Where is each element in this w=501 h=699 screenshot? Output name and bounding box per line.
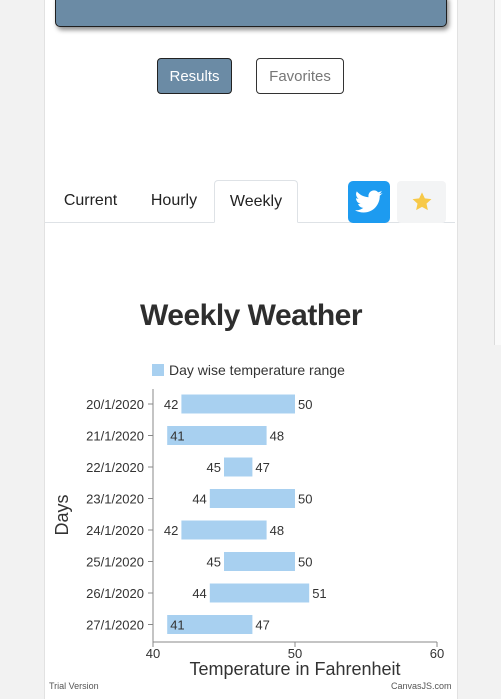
x-tick-label: 50 (288, 646, 302, 661)
weekly-weather-chart: Weekly Weather Day wise temperature rang… (52, 299, 444, 679)
trial-version-label: Trial Version (49, 681, 99, 691)
range-bar[interactable] (181, 520, 267, 540)
bar-high-label: 50 (298, 397, 312, 412)
bar-low-label: 45 (207, 555, 221, 570)
legend-swatch (152, 364, 164, 376)
bar-high-label: 47 (255, 460, 269, 475)
y-axis-title: Days (52, 494, 72, 535)
bar-high-label: 47 (255, 618, 269, 633)
range-bar[interactable] (224, 457, 253, 477)
y-tick-label: 20/1/2020 (86, 397, 144, 412)
y-tick-label: 26/1/2020 (86, 586, 144, 601)
bar-high-label: 48 (270, 429, 284, 444)
legend-label: Day wise temperature range (169, 362, 345, 378)
bar-low-label: 44 (192, 586, 206, 601)
range-bar[interactable] (181, 394, 295, 414)
bar-high-label: 48 (270, 523, 284, 538)
bar-low-label: 41 (170, 429, 184, 444)
y-tick-label: 25/1/2020 (86, 555, 144, 570)
y-tick-label: 27/1/2020 (86, 618, 144, 633)
bar-low-label: 42 (164, 523, 178, 538)
bar-low-label: 45 (207, 460, 221, 475)
bar-low-label: 41 (170, 618, 184, 633)
y-tick-label: 22/1/2020 (86, 460, 144, 475)
x-axis-title: Temperature in Fahrenheit (189, 659, 400, 679)
y-tick-label: 23/1/2020 (86, 492, 144, 507)
y-tick-label: 21/1/2020 (86, 429, 144, 444)
y-tick-label: 24/1/2020 (86, 523, 144, 538)
canvasjs-credit[interactable]: CanvasJS.com (391, 681, 452, 691)
range-bar[interactable] (209, 583, 310, 603)
bar-high-label: 50 (298, 492, 312, 507)
x-tick-label: 60 (430, 646, 444, 661)
x-tick-label: 40 (146, 646, 160, 661)
bar-high-label: 51 (312, 586, 326, 601)
bar-low-label: 42 (164, 397, 178, 412)
range-bar[interactable] (224, 552, 295, 571)
bar-high-label: 50 (298, 555, 312, 570)
bar-low-label: 44 (192, 492, 206, 507)
range-bar[interactable] (209, 489, 295, 508)
chart-title: Weekly Weather (140, 299, 363, 332)
